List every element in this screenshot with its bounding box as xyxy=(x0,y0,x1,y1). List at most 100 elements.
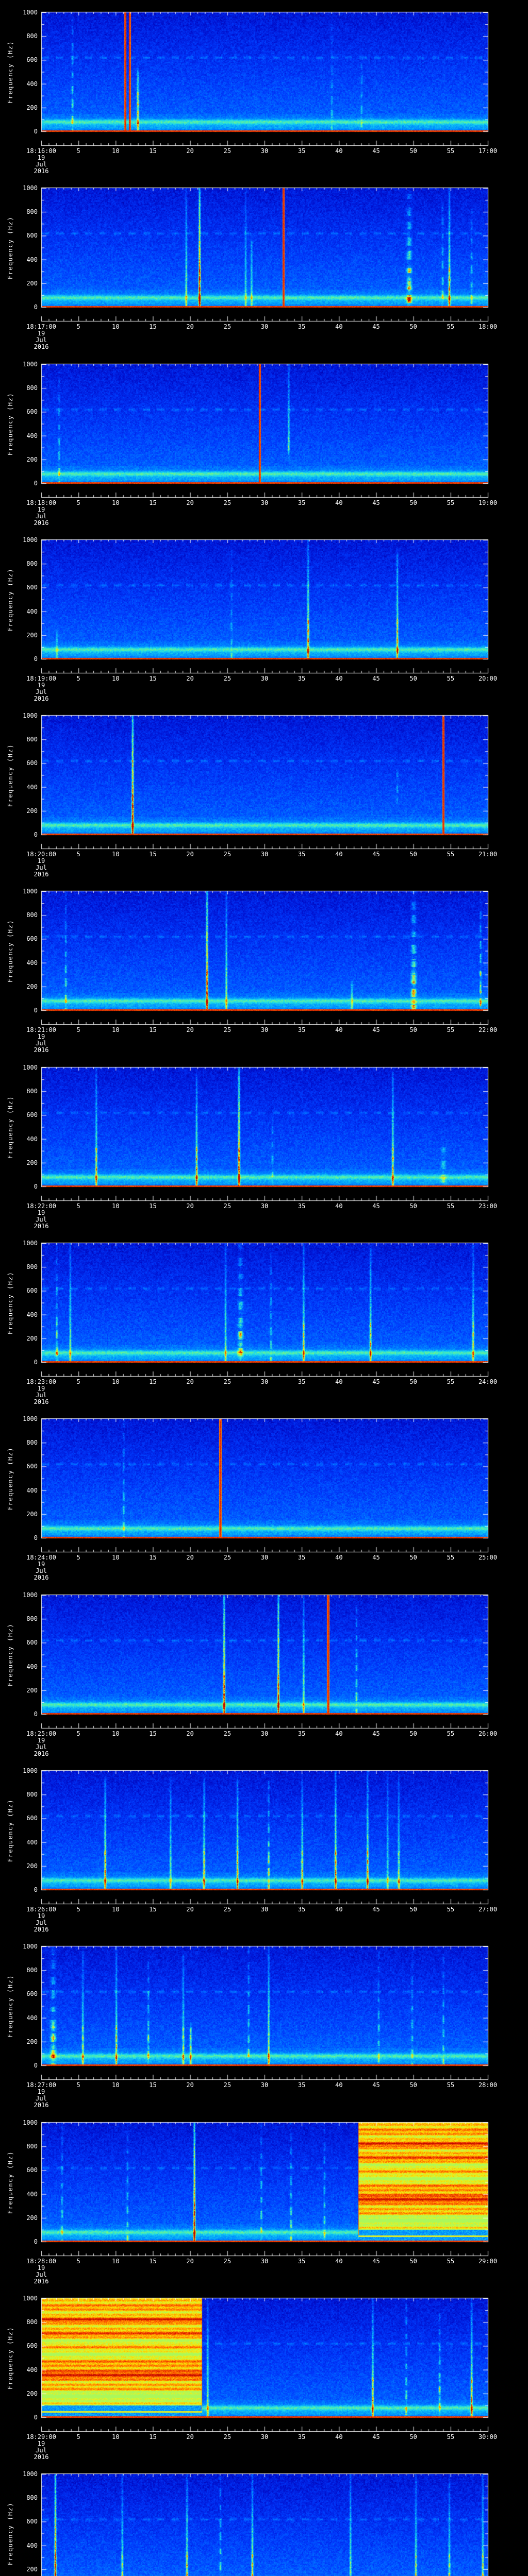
x-minute-tick-label: 20 xyxy=(186,2433,194,2441)
y-tick-label: 0 xyxy=(34,128,38,135)
x-minute-tick-label: 50 xyxy=(409,2258,417,2265)
y-tick-label: 0 xyxy=(34,655,38,663)
x-minute-tick-label: 10 xyxy=(112,1554,120,1561)
x-minute-tick-label: 25 xyxy=(223,1906,232,1913)
x-minute-tick-label: 10 xyxy=(112,1730,120,1737)
y-tick-label: 1000 xyxy=(23,1064,38,1071)
x-minute-tick-label: 25 xyxy=(223,1554,232,1561)
y-tick-label: 1000 xyxy=(23,712,38,719)
spectrogram-panel: Frequency (Hz) 1000 800 600 400 200 0 18:24:00 1… xyxy=(0,1406,528,1583)
spectrogram-panel: Frequency (Hz) 1000 800 600 400 200 0 18:29:00 1… xyxy=(0,2286,528,2462)
x-minute-tick-label: 55 xyxy=(447,147,455,155)
x-minute-tick-label: 10 xyxy=(112,675,120,682)
y-tick-label: 1000 xyxy=(23,1415,38,1422)
x-minute-tick-label: 15 xyxy=(149,675,157,682)
y-tick-label: 800 xyxy=(26,1439,38,1447)
y-tick-label: 600 xyxy=(26,1111,38,1119)
spectrogram-panel: Frequency (Hz) 1000 800 600 400 200 0 18:26:00 1… xyxy=(0,1758,528,1935)
x-minute-tick-label: 55 xyxy=(447,323,455,330)
x-end-time-label: 21:00 xyxy=(478,851,498,858)
x-minute-tick-label: 50 xyxy=(409,675,417,682)
x-minute-tick-label: 5 xyxy=(76,2081,80,2089)
y-tick-label: 200 xyxy=(26,1686,38,1694)
y-tick-label: 0 xyxy=(34,2414,38,2421)
date-year: 2016 xyxy=(34,871,49,878)
x-minute-tick-label: 55 xyxy=(447,1378,455,1385)
y-tick-label: 1000 xyxy=(23,361,38,368)
x-minute-tick-label: 20 xyxy=(186,2258,194,2265)
y-tick-label: 200 xyxy=(26,2038,38,2045)
x-minute-tick-label: 35 xyxy=(298,1730,306,1737)
x-minute-tick-label: 50 xyxy=(409,1906,417,1913)
date-month: Jul xyxy=(36,2095,47,2102)
y-axis-label: Frequency (Hz) xyxy=(7,1799,14,1862)
x-minute-tick-label: 40 xyxy=(335,851,343,858)
x-minute-tick-label: 20 xyxy=(186,1730,194,1737)
x-minute-tick-label: 50 xyxy=(409,499,417,506)
x-minute-tick-label: 45 xyxy=(372,2258,380,2265)
x-minute-tick-label: 50 xyxy=(409,1202,417,1210)
y-tick-label: 1000 xyxy=(23,1240,38,1247)
date-month: Jul xyxy=(36,688,47,696)
y-tick-label: 400 xyxy=(26,80,38,88)
y-tick-label: 800 xyxy=(26,1791,38,1799)
y-tick-label: 400 xyxy=(26,607,38,615)
y-tick-label: 400 xyxy=(26,2541,38,2549)
date-year: 2016 xyxy=(34,2102,49,2109)
y-tick-label: 600 xyxy=(26,408,38,416)
x-minute-tick-label: 15 xyxy=(149,499,157,506)
date-day: 19 xyxy=(37,2264,45,2272)
x-minute-tick-label: 5 xyxy=(76,323,80,330)
y-tick-label: 800 xyxy=(26,1263,38,1271)
x-start-time-label: 18:21:00 xyxy=(26,1026,56,1033)
x-minute-tick-label: 45 xyxy=(372,323,380,330)
date-year: 2016 xyxy=(34,343,49,350)
date-year: 2016 xyxy=(34,1046,49,1054)
spectrogram-stack: Frequency (Hz) 1000 800 600 400 200 0 18:16:00 1… xyxy=(0,0,528,2576)
y-tick-label: 600 xyxy=(26,232,38,240)
y-tick-label: 200 xyxy=(26,279,38,287)
x-minute-tick-label: 10 xyxy=(112,2081,120,2089)
x-minute-tick-label: 30 xyxy=(260,1554,269,1561)
x-minute-tick-label: 15 xyxy=(149,1378,157,1385)
x-end-time-label: 23:00 xyxy=(478,1202,498,1210)
y-tick-label: 0 xyxy=(34,2062,38,2069)
date-day: 19 xyxy=(37,857,45,865)
y-tick-label: 1000 xyxy=(23,2295,38,2302)
y-tick-label: 400 xyxy=(26,783,38,791)
x-minute-tick-label: 35 xyxy=(298,1026,306,1033)
x-minute-tick-label: 5 xyxy=(76,1906,80,1913)
date-year: 2016 xyxy=(34,167,49,175)
x-minute-tick-label: 40 xyxy=(335,1378,343,1385)
x-minute-tick-label: 50 xyxy=(409,851,417,858)
x-minute-tick-label: 20 xyxy=(186,1906,194,1913)
x-minute-tick-label: 20 xyxy=(186,1202,194,1210)
y-tick-label: 400 xyxy=(26,959,38,967)
x-minute-tick-label: 45 xyxy=(372,147,380,155)
date-month: Jul xyxy=(36,2447,47,2454)
spectrogram-panel: Frequency (Hz) 1000 800 600 400 200 0 18:16:00 1… xyxy=(0,0,528,176)
y-tick-label: 600 xyxy=(26,1990,38,1998)
y-tick-label: 400 xyxy=(26,256,38,263)
x-minute-tick-label: 35 xyxy=(298,1554,306,1561)
x-end-time-label: 24:00 xyxy=(478,1378,498,1385)
x-end-time-label: 30:00 xyxy=(478,2433,498,2441)
x-minute-tick-label: 35 xyxy=(298,2258,306,2265)
x-minute-tick-label: 5 xyxy=(76,1202,80,1210)
x-minute-tick-label: 20 xyxy=(186,675,194,682)
y-tick-label: 800 xyxy=(26,1088,38,1095)
y-tick-label: 800 xyxy=(26,911,38,919)
x-minute-tick-label: 45 xyxy=(372,1906,380,1913)
x-minute-tick-label: 50 xyxy=(409,323,417,330)
x-end-time-label: 18:00 xyxy=(478,323,498,330)
x-minute-tick-label: 15 xyxy=(149,1202,157,1210)
x-start-time-label: 18:29:00 xyxy=(26,2433,56,2441)
x-minute-tick-label: 30 xyxy=(260,851,269,858)
y-tick-label: 600 xyxy=(26,584,38,591)
x-minute-tick-label: 30 xyxy=(260,1906,269,1913)
x-minute-tick-label: 10 xyxy=(112,1378,120,1385)
x-minute-tick-label: 55 xyxy=(447,851,455,858)
spectrogram-canvas xyxy=(0,2462,528,2576)
x-minute-tick-label: 55 xyxy=(447,1730,455,1737)
x-minute-tick-label: 25 xyxy=(223,2258,232,2265)
